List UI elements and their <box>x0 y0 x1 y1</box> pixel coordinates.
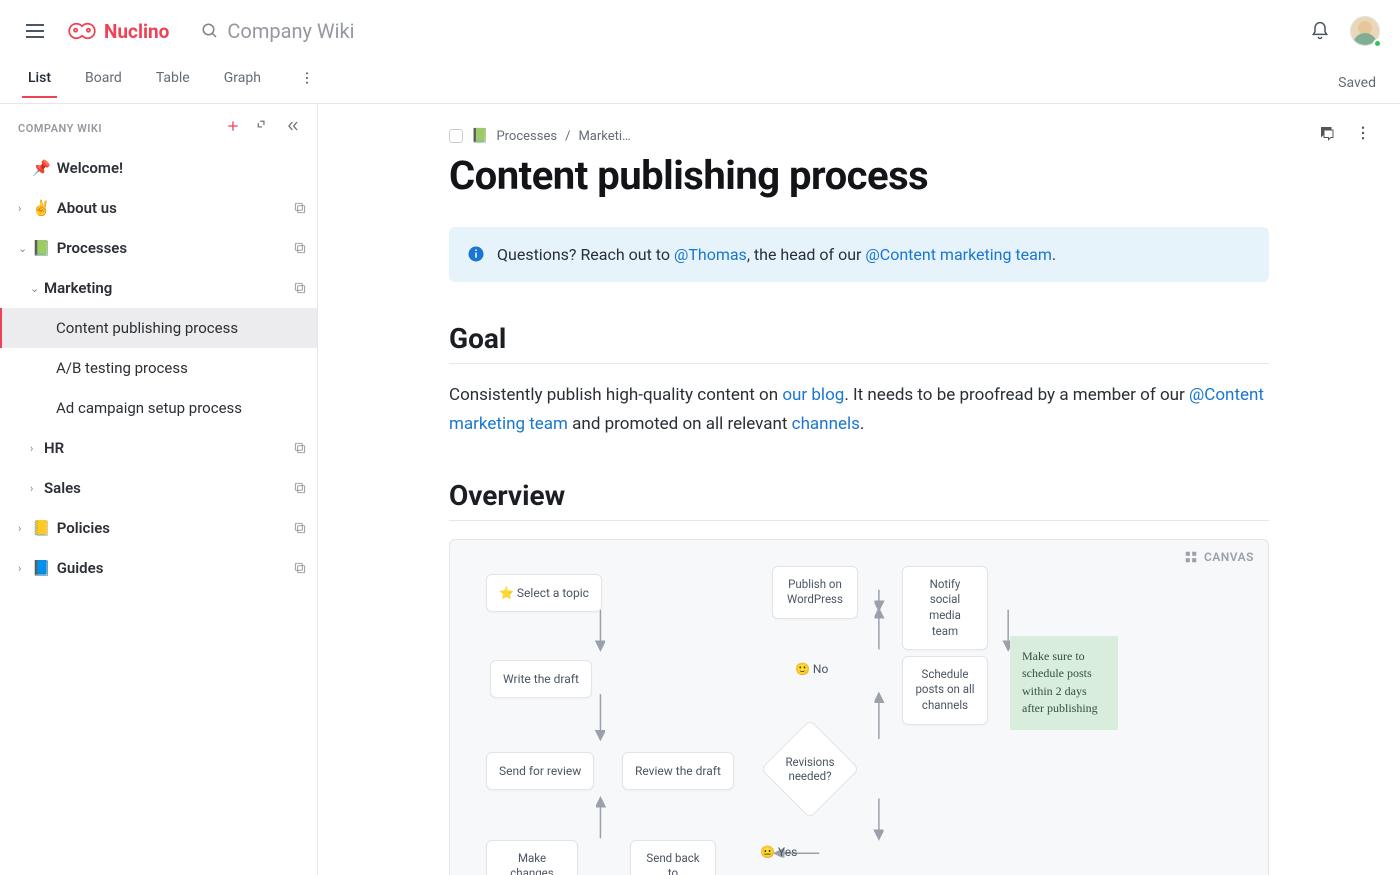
account-avatar[interactable] <box>1338 16 1380 46</box>
canvas-block[interactable]: CANVAS <box>449 539 1269 875</box>
page-title[interactable]: Content publishing process <box>449 152 1269 199</box>
document-area: 📗 Processes / Marketi… Content publishin… <box>318 104 1400 875</box>
canvas-node-publish[interactable]: Publish on WordPress <box>772 566 858 619</box>
chevron-right-icon: › <box>30 442 40 455</box>
info-callout: Questions? Reach out to @Thomas, the hea… <box>449 227 1269 282</box>
chevron-right-icon: › <box>18 562 28 575</box>
breadcrumb-checkbox[interactable] <box>449 129 463 143</box>
menu-button[interactable] <box>20 16 50 46</box>
sidebar-item-guides[interactable]: › 📘 Guides <box>0 548 317 588</box>
tab-table[interactable]: Table <box>156 70 190 98</box>
sidebar-item-processes[interactable]: ⌄ 📗 Processes <box>0 228 317 268</box>
chevron-right-icon: › <box>18 202 28 215</box>
copy-icon <box>293 441 307 455</box>
sidebar-item-sales[interactable]: › Sales <box>0 468 317 508</box>
copy-icon <box>293 561 307 575</box>
copy-icon <box>293 481 307 495</box>
mention-content-team[interactable]: @Content marketing team <box>865 245 1051 264</box>
chevron-down-icon: ⌄ <box>18 242 28 255</box>
expand-icon <box>255 118 271 134</box>
view-tabs: List Board Table Graph Saved <box>0 62 1400 104</box>
sidebar-item-policies[interactable]: › 📒 Policies <box>0 508 317 548</box>
sidebar-item-about[interactable]: › ✌️ About us <box>0 188 317 228</box>
plus-icon <box>225 118 241 134</box>
heading-overview[interactable]: Overview <box>449 479 1269 512</box>
sidebar-item-hr[interactable]: › HR <box>0 428 317 468</box>
copy-icon <box>293 281 307 295</box>
mention-thomas[interactable]: @Thomas <box>674 245 747 264</box>
kebab-icon <box>1354 124 1372 142</box>
copy-icon <box>293 521 307 535</box>
link-channels[interactable]: channels <box>792 414 860 434</box>
workspace-title: COMPANY WIKI <box>18 122 102 135</box>
search-icon <box>201 22 219 40</box>
doc-more-button[interactable] <box>1354 124 1372 146</box>
new-item-button[interactable] <box>225 118 241 138</box>
chevrons-left-icon <box>285 118 301 134</box>
save-status: Saved <box>1338 75 1376 91</box>
canvas-edge-no: 🙂 No <box>795 662 828 676</box>
canvas-edge-yes: 😐 Yes <box>760 845 797 859</box>
tab-board[interactable]: Board <box>85 70 122 98</box>
sidebar-item-ab-testing[interactable]: A/B testing process <box>0 348 317 388</box>
sidebar-item-content-publishing[interactable]: Content publishing process <box>0 308 317 348</box>
goal-paragraph[interactable]: Consistently publish high-quality conten… <box>449 381 1269 439</box>
expand-button[interactable] <box>255 118 271 138</box>
tab-graph[interactable]: Graph <box>224 70 261 98</box>
chevron-down-icon: ⌄ <box>30 282 40 295</box>
bell-icon <box>1310 21 1330 41</box>
divider <box>449 363 1269 364</box>
canvas-node-revisions[interactable]: Revisions needed? <box>775 734 845 804</box>
logo-icon <box>66 19 98 43</box>
canvas-node-schedule[interactable]: Schedule posts on all channels <box>902 656 988 725</box>
search-placeholder: Company Wiki <box>227 19 354 43</box>
heading-goal[interactable]: Goal <box>449 322 1269 355</box>
tab-list[interactable]: List <box>28 70 51 98</box>
logo-text: Nuclino <box>104 20 169 43</box>
search-input[interactable]: Company Wiki <box>201 19 354 43</box>
link-our-blog[interactable]: our blog <box>782 385 844 405</box>
chevron-right-icon: › <box>18 522 28 535</box>
app-logo[interactable]: Nuclino <box>66 19 169 43</box>
presence-dot <box>1373 39 1382 48</box>
pin-icon: 📌 <box>32 159 51 177</box>
copy-icon <box>293 201 307 215</box>
notifications-button[interactable] <box>1302 13 1338 49</box>
comments-icon <box>1318 124 1336 142</box>
kebab-icon <box>299 70 315 86</box>
canvas-node-sendback[interactable]: Send back to <box>630 840 716 875</box>
canvas-node-notify[interactable]: Notify social media team <box>902 566 988 650</box>
canvas-sticky-note[interactable]: Make sure to schedule posts within 2 day… <box>1010 636 1118 730</box>
sidebar-item-ad-campaign[interactable]: Ad campaign setup process <box>0 388 317 428</box>
canvas-node-review[interactable]: Review the draft <box>622 752 734 790</box>
divider <box>449 520 1269 521</box>
canvas-node-draft[interactable]: Write the draft <box>490 660 592 698</box>
comments-button[interactable] <box>1318 124 1336 146</box>
collapse-sidebar-button[interactable] <box>285 118 301 138</box>
canvas-node-changes[interactable]: Make changes <box>486 840 578 875</box>
canvas-node-topic[interactable]: ⭐ Select a topic <box>486 574 602 612</box>
canvas-node-send-review[interactable]: Send for review <box>486 752 594 790</box>
tabs-more-button[interactable] <box>295 70 319 98</box>
chevron-right-icon: › <box>30 482 40 495</box>
sidebar-item-marketing[interactable]: ⌄ Marketing <box>0 268 317 308</box>
breadcrumb[interactable]: 📗 Processes / Marketi… <box>449 128 1269 144</box>
info-icon <box>467 245 485 263</box>
copy-icon <box>293 241 307 255</box>
sidebar: COMPANY WIKI ▾📌 Welcome! › ✌️ <box>0 104 318 875</box>
sidebar-item-welcome[interactable]: ▾📌 Welcome! <box>0 148 317 188</box>
